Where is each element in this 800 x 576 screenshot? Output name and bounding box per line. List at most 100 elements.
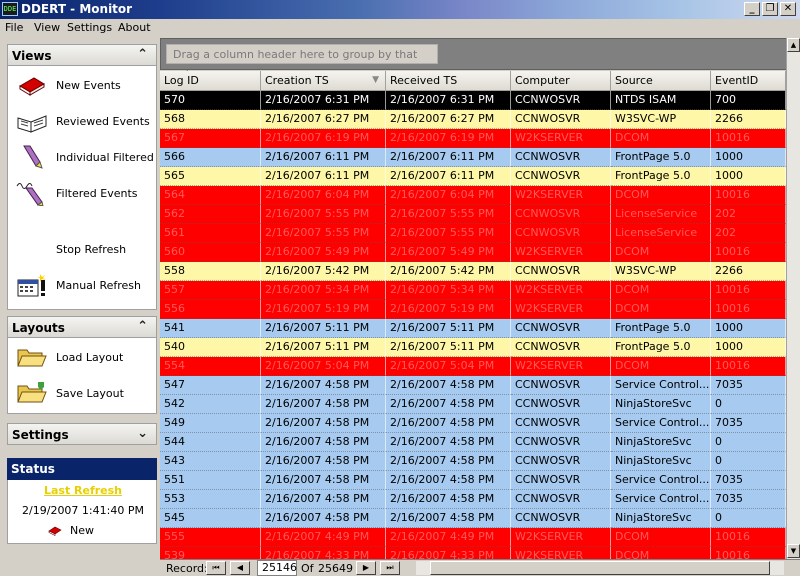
- log-id-cell: 558: [160, 262, 261, 281]
- table-row[interactable]: 562 2/16/2007 5:55 PM 2/16/2007 5:55 PM CCN…: [160, 205, 786, 224]
- received-ts-cell: 2/16/2007 4:58 PM: [386, 395, 511, 414]
- scroll-thumb[interactable]: [430, 561, 770, 575]
- horizontal-scrollbar[interactable]: [416, 561, 784, 575]
- last-refresh-link[interactable]: Last Refresh: [8, 484, 158, 497]
- source-cell: DCOM: [611, 547, 711, 559]
- column-label: Received TS: [390, 74, 458, 87]
- last-record-button[interactable]: ⏭: [380, 561, 400, 575]
- computer-cell: CCNWOSVR: [511, 471, 611, 490]
- scroll-up-button[interactable]: ▲: [787, 38, 800, 52]
- table-row[interactable]: 565 2/16/2007 6:11 PM 2/16/2007 6:11 PM CCN…: [160, 167, 786, 186]
- settings-panel-header[interactable]: Settings ⌄: [7, 423, 157, 445]
- collapse-icon[interactable]: ⌃: [137, 319, 148, 334]
- event-id-cell: 7035: [711, 414, 786, 433]
- last-refresh-time: 2/19/2007 1:41:40 PM: [22, 504, 144, 517]
- table-row[interactable]: 560 2/16/2007 5:49 PM 2/16/2007 5:49 PM W2K…: [160, 243, 786, 262]
- col-header-log-id[interactable]: Log ID: [160, 71, 261, 91]
- layouts-panel: Load Layout Save Layout: [7, 338, 157, 414]
- next-record-button[interactable]: ▶: [356, 561, 376, 575]
- menu-about[interactable]: About: [118, 21, 151, 34]
- table-row[interactable]: 547 2/16/2007 4:58 PM 2/16/2007 4:58 PM CCN…: [160, 376, 786, 395]
- table-row[interactable]: 568 2/16/2007 6:27 PM 2/16/2007 6:27 PM CCN…: [160, 110, 786, 129]
- table-row[interactable]: 564 2/16/2007 6:04 PM 2/16/2007 6:04 PM W2K…: [160, 186, 786, 205]
- table-row[interactable]: 542 2/16/2007 4:58 PM 2/16/2007 4:58 PM CCN…: [160, 395, 786, 414]
- close-button[interactable]: ✕: [780, 2, 796, 16]
- column-label: EventID: [715, 74, 759, 87]
- minimize-button[interactable]: _: [744, 2, 760, 16]
- table-row[interactable]: 540 2/16/2007 5:11 PM 2/16/2007 5:11 PM CCN…: [160, 338, 786, 357]
- computer-cell: CCNWOSVR: [511, 319, 611, 338]
- received-ts-cell: 2/16/2007 5:49 PM: [386, 243, 511, 262]
- table-row[interactable]: 555 2/16/2007 4:49 PM 2/16/2007 4:49 PM W2K…: [160, 528, 786, 547]
- nav-label: Reviewed Events: [56, 115, 150, 128]
- computer-cell: CCNWOSVR: [511, 148, 611, 167]
- menu-settings[interactable]: Settings: [67, 21, 112, 34]
- collapse-icon[interactable]: ⌃: [137, 47, 148, 62]
- source-cell: NinjaStoreSvc: [611, 452, 711, 471]
- nav-individual-filtered[interactable]: Individual Filtered: [14, 142, 154, 172]
- nav-reviewed-events[interactable]: Reviewed Events: [14, 106, 154, 136]
- col-header-received-ts[interactable]: Received TS: [386, 71, 511, 91]
- table-row[interactable]: 570 2/16/2007 6:31 PM 2/16/2007 6:31 PM CCN…: [160, 91, 786, 110]
- previous-record-button[interactable]: ◀: [230, 561, 250, 575]
- nav-stop-refresh[interactable]: Stop Refresh: [14, 234, 154, 264]
- table-row[interactable]: 545 2/16/2007 4:58 PM 2/16/2007 4:58 PM CCN…: [160, 509, 786, 528]
- col-header-event-id[interactable]: EventID: [711, 71, 786, 91]
- source-cell: W3SVC-WP: [611, 110, 711, 129]
- views-panel-header[interactable]: Views ⌃: [7, 44, 157, 66]
- table-row[interactable]: 554 2/16/2007 5:04 PM 2/16/2007 5:04 PM W2K…: [160, 357, 786, 376]
- table-row[interactable]: 558 2/16/2007 5:42 PM 2/16/2007 5:42 PM CCN…: [160, 262, 786, 281]
- computer-cell: CCNWOSVR: [511, 338, 611, 357]
- log-id-cell: 553: [160, 490, 261, 509]
- source-cell: DCOM: [611, 129, 711, 148]
- event-id-cell: 0: [711, 509, 786, 528]
- log-id-cell: 549: [160, 414, 261, 433]
- nav-load-layout[interactable]: Load Layout: [14, 342, 154, 372]
- log-id-cell: 568: [160, 110, 261, 129]
- first-record-button[interactable]: ⏮: [206, 561, 226, 575]
- table-row[interactable]: 561 2/16/2007 5:55 PM 2/16/2007 5:55 PM CCN…: [160, 224, 786, 243]
- source-cell: DCOM: [611, 300, 711, 319]
- computer-cell: W2KSERVER: [511, 186, 611, 205]
- restore-button[interactable]: ❐: [762, 2, 778, 16]
- table-row[interactable]: 539 2/16/2007 4:33 PM 2/16/2007 4:33 PM W2K…: [160, 547, 786, 559]
- computer-cell: CCNWOSVR: [511, 205, 611, 224]
- menu-file[interactable]: File: [5, 21, 23, 34]
- group-by-area[interactable]: Drag a column header here to group by th…: [160, 38, 800, 81]
- source-cell: W3SVC-WP: [611, 262, 711, 281]
- received-ts-cell: 2/16/2007 6:04 PM: [386, 186, 511, 205]
- col-header-source[interactable]: Source: [611, 71, 711, 91]
- creation-ts-cell: 2/16/2007 5:49 PM: [261, 243, 386, 262]
- source-cell: DCOM: [611, 186, 711, 205]
- nav-new-events[interactable]: New Events: [14, 70, 154, 100]
- scroll-down-button[interactable]: ▼: [787, 544, 800, 558]
- computer-cell: CCNWOSVR: [511, 224, 611, 243]
- computer-cell: CCNWOSVR: [511, 509, 611, 528]
- nav-save-layout[interactable]: Save Layout: [14, 378, 154, 408]
- expand-icon[interactable]: ⌄: [137, 426, 148, 441]
- nav-filtered-events[interactable]: Filtered Events: [14, 178, 154, 208]
- vertical-scrollbar[interactable]: ▲ ▼: [786, 38, 800, 559]
- table-row[interactable]: 566 2/16/2007 6:11 PM 2/16/2007 6:11 PM CCN…: [160, 148, 786, 167]
- creation-ts-cell: 2/16/2007 4:58 PM: [261, 376, 386, 395]
- table-row[interactable]: 543 2/16/2007 4:58 PM 2/16/2007 4:58 PM CCN…: [160, 452, 786, 471]
- layouts-panel-header[interactable]: Layouts ⌃: [7, 316, 157, 338]
- table-row[interactable]: 544 2/16/2007 4:58 PM 2/16/2007 4:58 PM CCN…: [160, 433, 786, 452]
- table-row[interactable]: 556 2/16/2007 5:19 PM 2/16/2007 5:19 PM W2K…: [160, 300, 786, 319]
- table-row[interactable]: 553 2/16/2007 4:58 PM 2/16/2007 4:58 PM CCN…: [160, 490, 786, 509]
- col-header-computer[interactable]: Computer: [511, 71, 611, 91]
- col-header-creation-ts[interactable]: Creation TS ▼: [261, 71, 386, 91]
- menu-view[interactable]: View: [34, 21, 60, 34]
- table-row[interactable]: 551 2/16/2007 4:58 PM 2/16/2007 4:58 PM CCN…: [160, 471, 786, 490]
- log-id-cell: 556: [160, 300, 261, 319]
- nav-manual-refresh[interactable]: Manual Refresh: [14, 270, 154, 300]
- table-row[interactable]: 541 2/16/2007 5:11 PM 2/16/2007 5:11 PM CCN…: [160, 319, 786, 338]
- creation-ts-cell: 2/16/2007 6:11 PM: [261, 148, 386, 167]
- table-row[interactable]: 557 2/16/2007 5:34 PM 2/16/2007 5:34 PM W2K…: [160, 281, 786, 300]
- table-row[interactable]: 549 2/16/2007 4:58 PM 2/16/2007 4:58 PM CCN…: [160, 414, 786, 433]
- table-row[interactable]: 567 2/16/2007 6:19 PM 2/16/2007 6:19 PM W2K…: [160, 129, 786, 148]
- current-record-field[interactable]: 25146: [257, 560, 297, 576]
- record-navigator: Record: ⏮ ◀ 25146 Of 25649 ▶ ⏭: [160, 559, 800, 576]
- source-cell: Service Control...: [611, 471, 711, 490]
- event-id-cell: 202: [711, 205, 786, 224]
